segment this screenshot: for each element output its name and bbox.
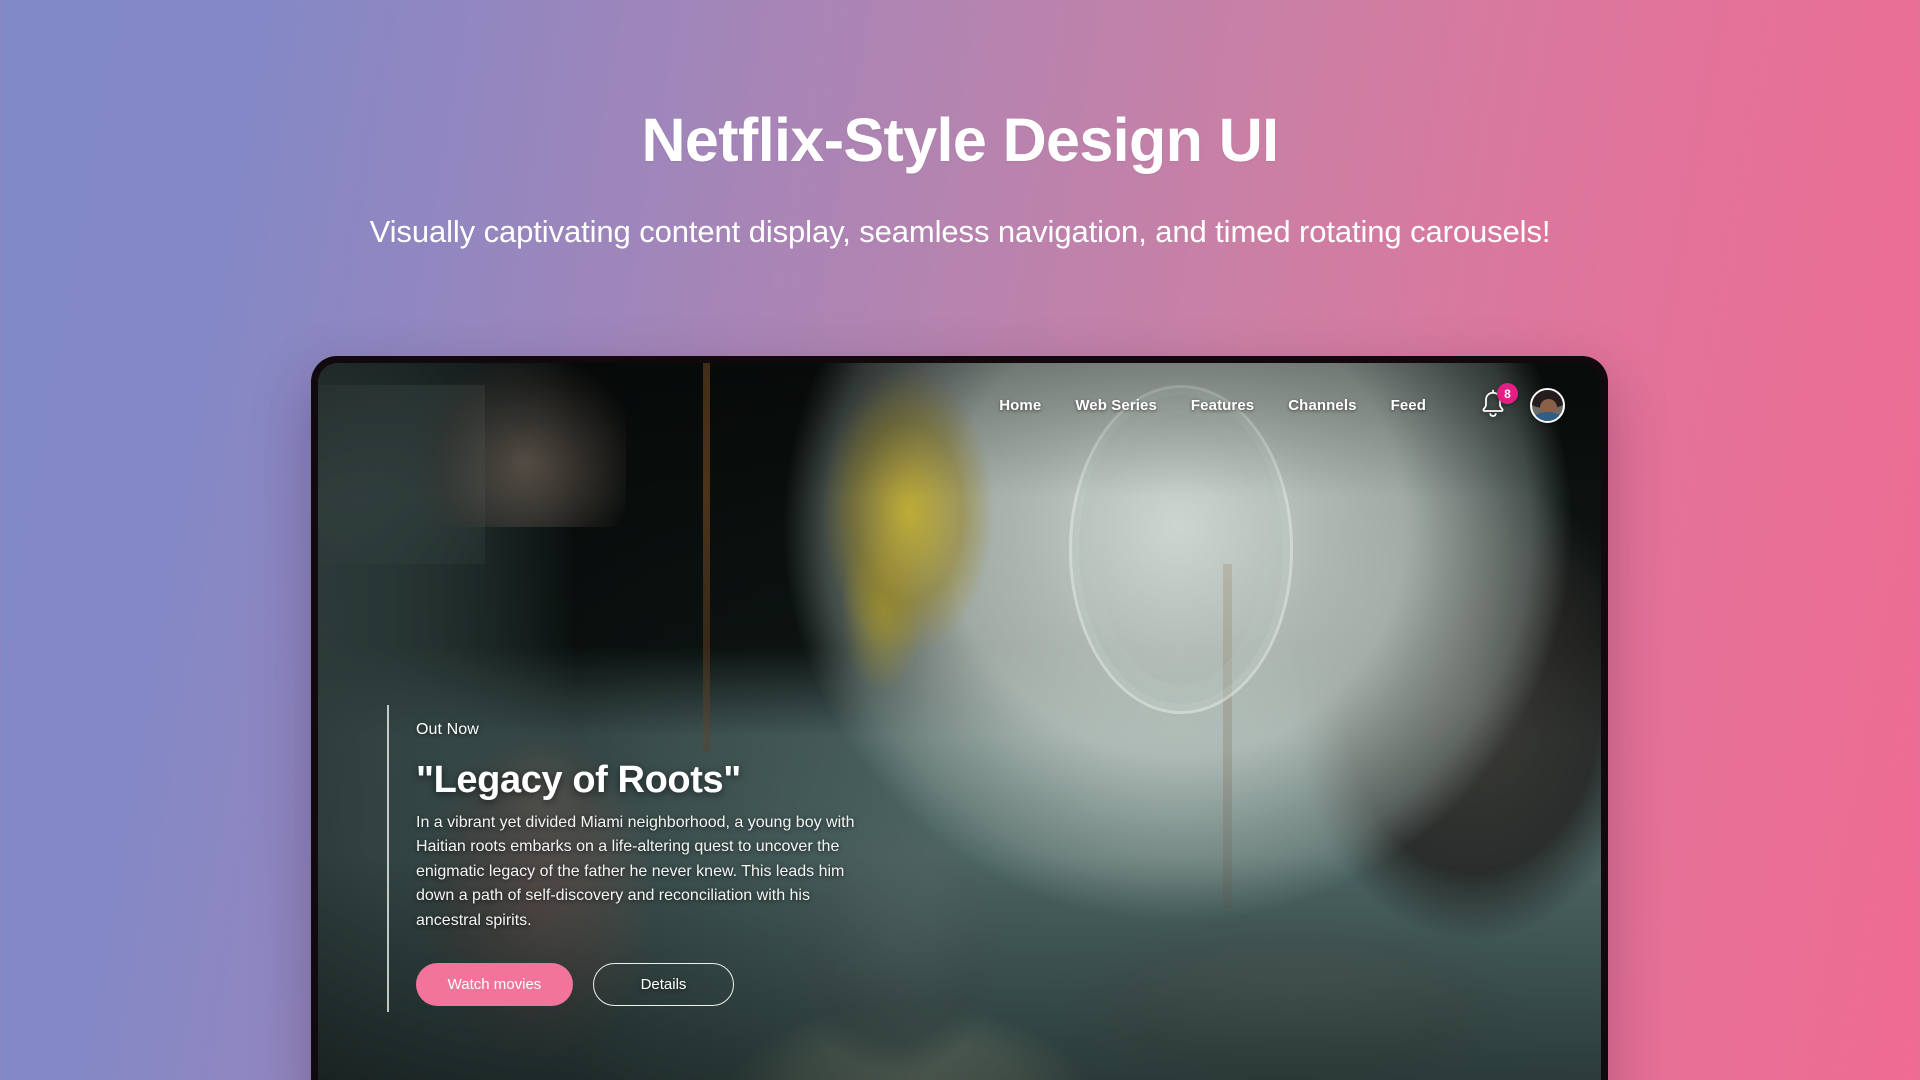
device-frame: Home Web Series Features Channels Feed 8	[311, 356, 1608, 1080]
hero-description: In a vibrant yet divided Miami neighborh…	[416, 813, 855, 929]
details-button[interactable]: Details	[593, 963, 734, 1006]
hero-content: Out Now "Legacy of Roots" In a vibrant y…	[387, 704, 857, 1012]
page-subtitle: Visually captivating content display, se…	[369, 214, 1551, 250]
page-title: Netflix-Style Design UI	[641, 106, 1279, 174]
notification-count-badge: 8	[1497, 383, 1518, 404]
watch-movies-button[interactable]: Watch movies	[416, 963, 573, 1006]
app-navbar: Home Web Series Features Channels Feed 8	[318, 363, 1601, 447]
hero-accent-rule	[387, 704, 389, 1012]
hero-buttons: Watch movies Details	[416, 963, 857, 1006]
hero-title: "Legacy of Roots"	[416, 758, 741, 801]
page-header: Netflix-Style Design UI Visually captiva…	[0, 0, 1920, 250]
avatar[interactable]	[1530, 387, 1565, 423]
hero-eyebrow: Out Now	[416, 720, 479, 738]
nav-item-web-series[interactable]: Web Series	[1075, 397, 1157, 414]
nav-item-channels[interactable]: Channels	[1288, 397, 1356, 414]
nav-item-feed[interactable]: Feed	[1391, 397, 1426, 414]
nav-item-home[interactable]: Home	[999, 397, 1041, 414]
nav-actions: 8	[1478, 383, 1565, 423]
device-screen: Home Web Series Features Channels Feed 8	[318, 363, 1601, 1080]
avatar-body	[1534, 411, 1561, 421]
nav-links: Home Web Series Features Channels Feed	[999, 397, 1426, 414]
notifications-button[interactable]: 8	[1478, 383, 1518, 422]
nav-item-features[interactable]: Features	[1191, 397, 1254, 414]
